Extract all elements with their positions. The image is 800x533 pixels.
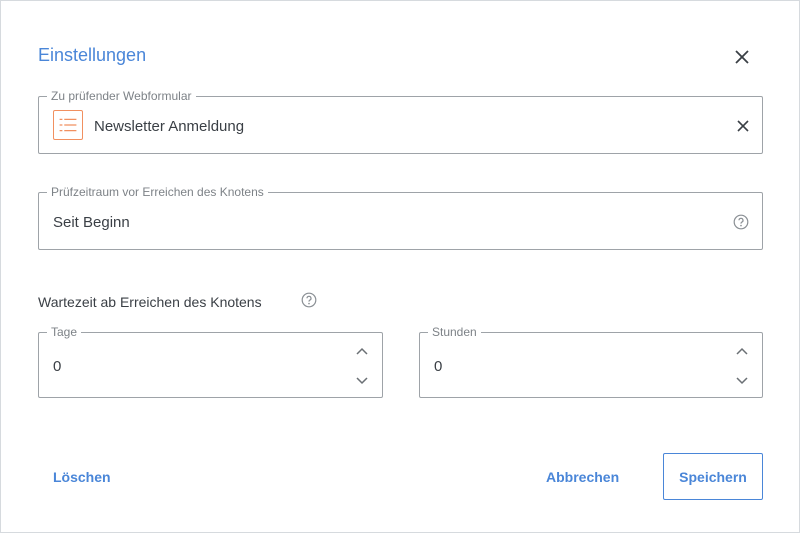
dialog-title: Einstellungen — [38, 45, 147, 65]
chevron-up-icon[interactable] — [355, 345, 369, 357]
period-value: Seit Beginn — [53, 214, 130, 231]
days-legend: Tage — [47, 325, 82, 339]
hours-legend: Stunden — [428, 325, 481, 339]
cancel-button[interactable]: Abbrechen — [546, 469, 619, 485]
chevron-down-icon[interactable] — [355, 375, 369, 387]
days-value: 0 — [53, 358, 62, 375]
webform-legend: Zu prüfender Webformular — [47, 89, 196, 103]
chevron-up-icon[interactable] — [735, 345, 749, 357]
hours-input[interactable]: Stunden 0 — [419, 325, 763, 398]
settings-dialog: Einstellungen Zu prüfender Webformular N… — [0, 0, 800, 533]
clear-icon[interactable] — [736, 119, 750, 133]
webform-select[interactable]: Zu prüfender Webformular Newsletter Anme… — [38, 89, 763, 154]
webform-value: Newsletter Anmeldung — [94, 118, 245, 135]
chevron-down-icon[interactable] — [735, 375, 749, 387]
save-button[interactable]: Speichern — [663, 453, 763, 500]
days-input[interactable]: Tage 0 — [38, 325, 383, 398]
help-icon[interactable] — [301, 292, 317, 308]
period-select[interactable]: Prüfzeitraum vor Erreichen des Knotens S… — [38, 185, 763, 250]
hours-value: 0 — [434, 358, 443, 375]
close-icon[interactable] — [731, 46, 753, 68]
wait-section-label: Wartezeit ab Erreichen des Knotens — [38, 294, 262, 310]
help-icon[interactable] — [733, 214, 749, 230]
form-list-icon — [53, 110, 83, 140]
delete-button[interactable]: Löschen — [53, 469, 111, 485]
period-legend: Prüfzeitraum vor Erreichen des Knotens — [47, 185, 268, 199]
